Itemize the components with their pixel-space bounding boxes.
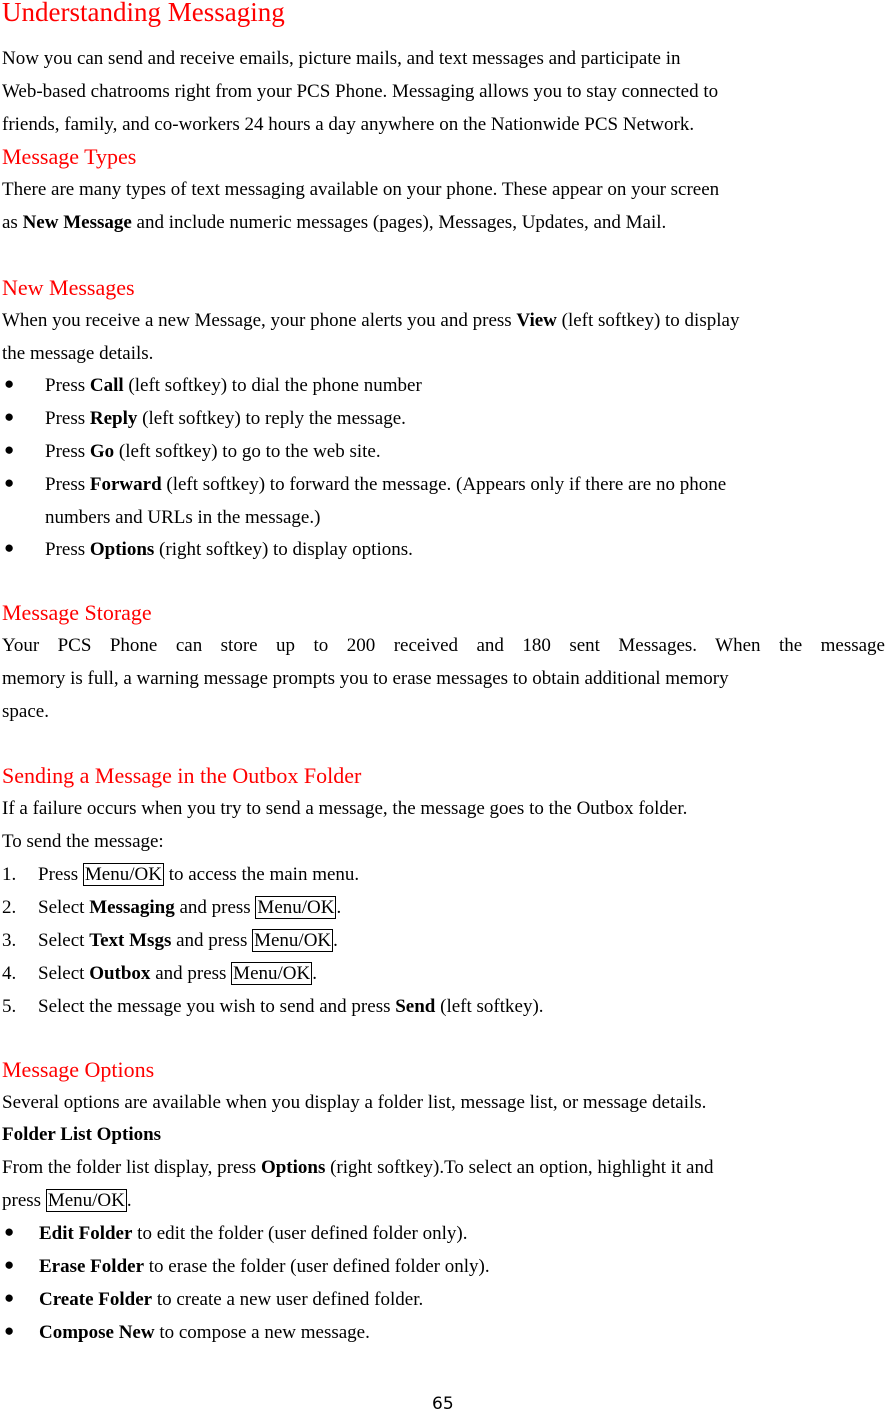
bullet-icon: ● [4,374,15,393]
new-messages-line: the message details. [2,343,154,364]
list-item: Press Reply (left softkey) to reply the … [45,408,406,429]
new-messages-line: When you receive a new Message, your pho… [2,310,740,331]
page-number: 65 [432,1394,454,1414]
intro-line: Now you can send and receive emails, pic… [2,48,681,69]
list-item-continuation: numbers and URLs in the message.) [45,507,321,528]
step-item: Press Menu/OK to access the main menu. [38,863,360,886]
options-line: From the folder list display, press Opti… [2,1157,714,1178]
list-item: Compose New to compose a new message. [39,1322,370,1343]
storage-line: space. [2,701,49,722]
step-number: 2. [2,897,17,918]
subheading-folder-list-options: Folder List Options [2,1124,162,1145]
step-item: Select Text Msgs and press Menu/OK. [38,929,338,952]
step-number: 5. [2,996,17,1017]
list-item: Create Folder to create a new user defin… [39,1289,424,1310]
options-line: Several options are available when you d… [2,1092,707,1113]
bullet-icon: ● [4,473,15,492]
storage-line: Your PCS Phone can store up to 200 recei… [2,635,885,656]
bullet-icon: ● [4,1321,15,1340]
bullet-icon: ● [4,1255,15,1274]
menu-ok-key: Menu/OK [231,962,313,985]
bullet-icon: ● [4,1222,15,1241]
list-item: Erase Folder to erase the folder (user d… [39,1256,490,1277]
intro-line: friends, family, and co-workers 24 hours… [2,114,695,135]
page-title: Understanding Messaging [2,0,285,27]
section-heading-new-messages: New Messages [2,275,135,300]
types-line: as New Message and include numeric messa… [2,212,667,233]
intro-line: Web-based chatrooms right from your PCS … [2,81,719,102]
outbox-line: To send the message: [2,831,164,852]
menu-ok-key: Menu/OK [45,1189,127,1212]
menu-ok-key: Menu/OK [252,929,334,952]
step-item: Select Messaging and press Menu/OK. [38,896,342,919]
menu-ok-key: Menu/OK [255,896,337,919]
types-line: There are many types of text messaging a… [2,179,720,200]
bullet-icon: ● [4,407,15,426]
section-heading-message-types: Message Types [2,144,137,169]
list-item: Press Options (right softkey) to display… [45,539,413,560]
step-number: 3. [2,930,17,951]
step-item: Select the message you wish to send and … [38,996,544,1017]
options-line: press Menu/OK. [2,1189,132,1212]
section-heading-message-options: Message Options [2,1057,155,1082]
step-number: 1. [2,864,17,885]
section-heading-outbox: Sending a Message in the Outbox Folder [2,763,362,788]
bullet-icon: ● [4,440,15,459]
storage-line: memory is full, a warning message prompt… [2,668,729,689]
bullet-icon: ● [4,1288,15,1307]
section-heading-message-storage: Message Storage [2,600,152,625]
step-item: Select Outbox and press Menu/OK. [38,962,317,985]
list-item: Press Call (left softkey) to dial the ph… [45,375,422,396]
outbox-line: If a failure occurs when you try to send… [2,798,688,819]
bullet-icon: ● [4,538,15,557]
list-item: Press Forward (left softkey) to forward … [45,474,727,495]
list-item: Press Go (left softkey) to go to the web… [45,441,381,462]
menu-ok-key: Menu/OK [82,863,164,886]
step-number: 4. [2,963,17,984]
list-item: Edit Folder to edit the folder (user def… [39,1223,468,1244]
